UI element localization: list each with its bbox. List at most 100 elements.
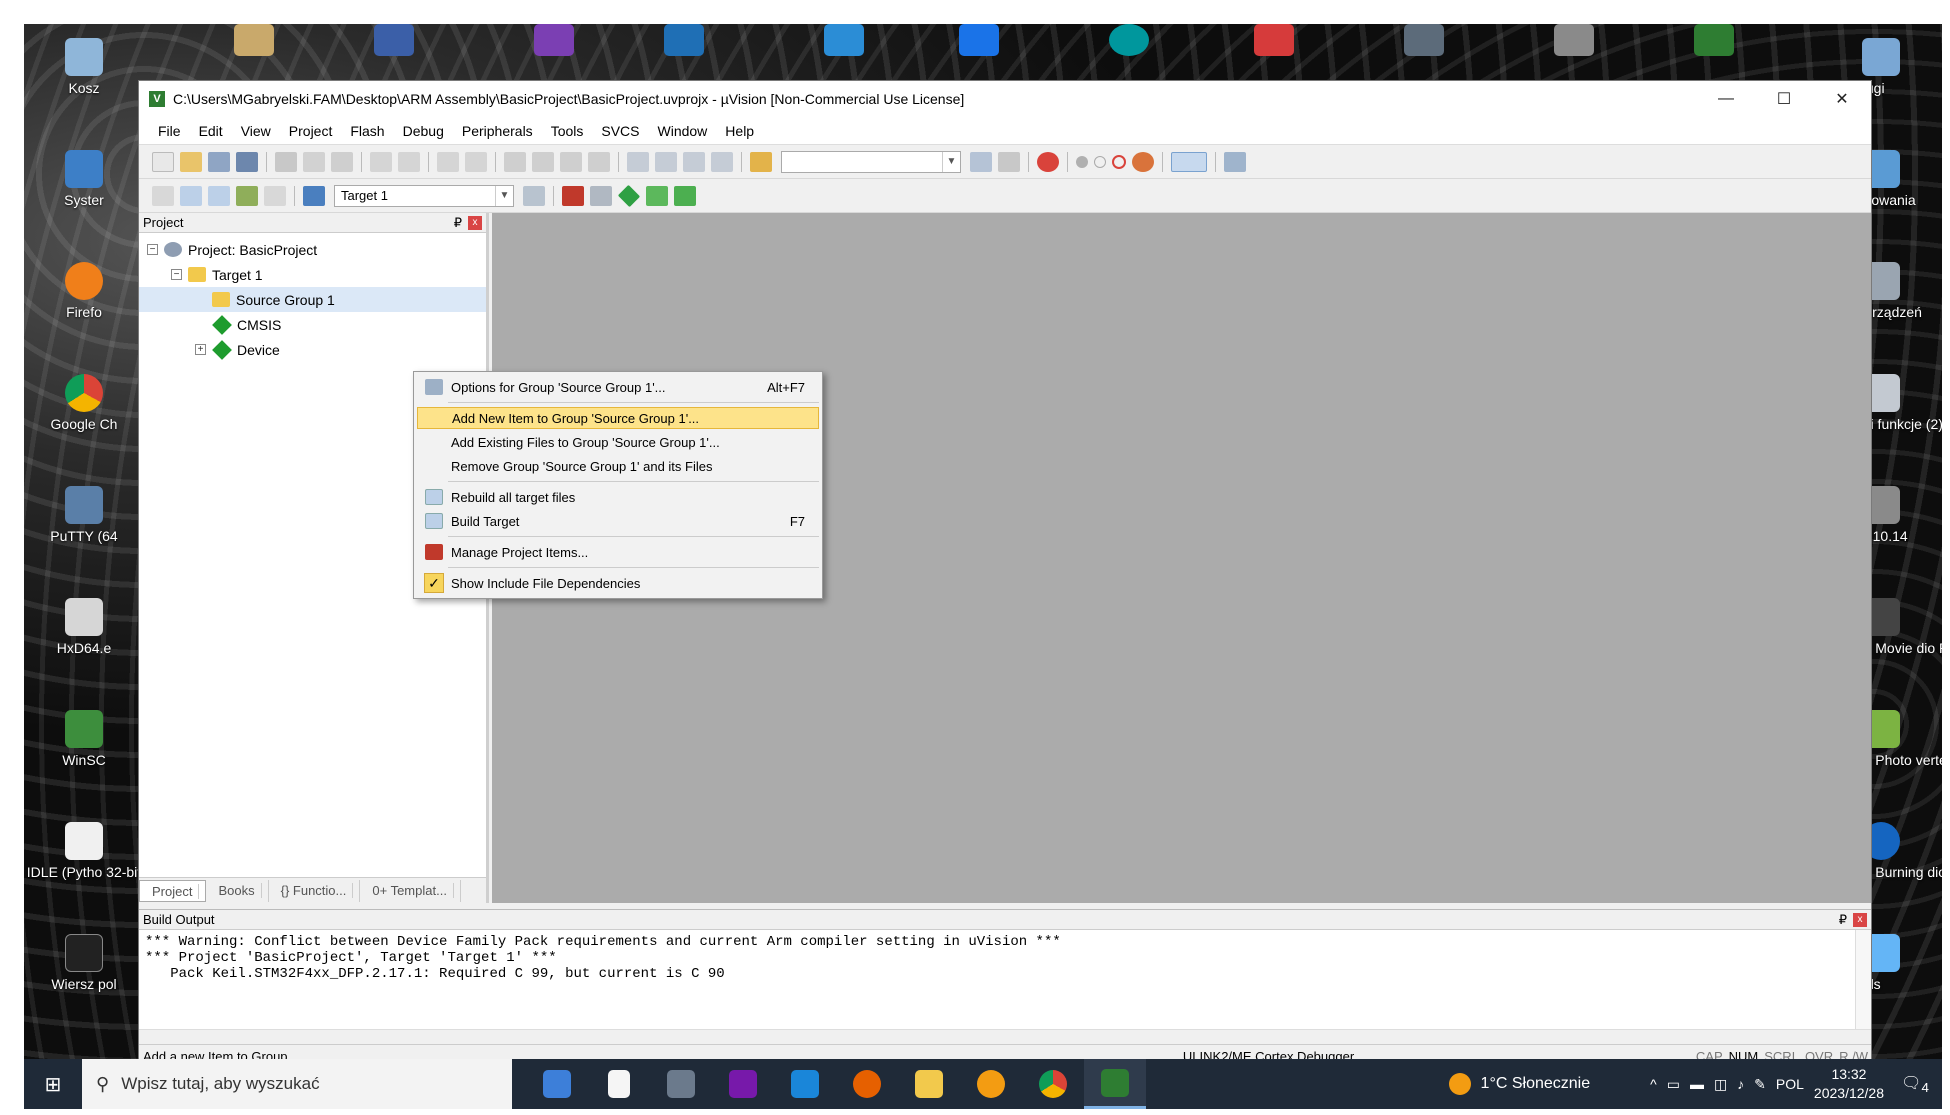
title-bar[interactable]: V C:\Users\MGabryelski.FAM\Desktop\ARM A… xyxy=(139,81,1871,117)
desktop-icon[interactable]: Wiersz pol xyxy=(24,934,144,992)
menu-flash[interactable]: Flash xyxy=(341,123,393,139)
visual-studio-icon[interactable] xyxy=(534,24,574,56)
manage-project-items-icon[interactable] xyxy=(562,185,584,206)
desktop-icon[interactable]: Syster xyxy=(24,150,144,208)
next-bookmark-icon[interactable] xyxy=(560,151,582,172)
kill-breakpoints-icon[interactable] xyxy=(1132,151,1154,172)
undo-icon[interactable] xyxy=(370,151,392,172)
open-file-icon[interactable] xyxy=(180,151,202,172)
menu-project[interactable]: Project xyxy=(280,123,342,139)
chevron-up-icon[interactable]: ^ xyxy=(1650,1076,1657,1092)
app-icon[interactable] xyxy=(1404,24,1444,56)
stm32cubemx-icon[interactable] xyxy=(664,24,704,56)
new-file-icon[interactable] xyxy=(152,151,174,172)
collapse-icon[interactable]: − xyxy=(147,244,158,255)
menu-window[interactable]: Window xyxy=(649,123,717,139)
notification-center-icon[interactable]: 🗨4 xyxy=(1898,1073,1932,1095)
incremental-find-icon[interactable] xyxy=(998,151,1020,172)
tree-node-device[interactable]: + Device xyxy=(139,337,486,362)
app-icon[interactable] xyxy=(1554,24,1594,56)
taskbar-app[interactable] xyxy=(960,1059,1022,1109)
navigate-forward-icon[interactable] xyxy=(465,151,487,172)
previous-bookmark-icon[interactable] xyxy=(532,151,554,172)
maximize-button[interactable]: ☐ xyxy=(1755,81,1813,117)
visual-studio-code-icon[interactable] xyxy=(374,24,414,56)
menu-svcs[interactable]: SVCS xyxy=(592,123,648,139)
cut-icon[interactable] xyxy=(275,151,297,172)
search-box[interactable]: ⚲ Wpisz tutaj, aby wyszukać xyxy=(82,1059,512,1109)
stm32cubeide-icon[interactable] xyxy=(959,24,999,56)
taskbar-app[interactable] xyxy=(774,1059,836,1109)
paste-icon[interactable] xyxy=(331,151,353,172)
menu-item-add-existing-files[interactable]: Add Existing Files to Group 'Source Grou… xyxy=(417,431,819,453)
window-layout-icon[interactable] xyxy=(1171,151,1207,172)
menu-help[interactable]: Help xyxy=(716,123,763,139)
menu-edit[interactable]: Edit xyxy=(190,123,232,139)
expand-icon[interactable]: + xyxy=(195,344,206,355)
menu-item-build-target[interactable]: Build Target F7 xyxy=(417,510,819,532)
menu-item-rebuild-all[interactable]: Rebuild all target files xyxy=(417,486,819,508)
minimize-button[interactable]: — xyxy=(1697,81,1755,117)
battery-icon[interactable]: ▬ xyxy=(1690,1076,1704,1092)
desktop-icon[interactable]: WinSC xyxy=(24,710,144,768)
app-icon[interactable] xyxy=(1694,24,1734,56)
clear-bookmarks-icon[interactable] xyxy=(588,151,610,172)
taskbar-app[interactable] xyxy=(588,1059,650,1109)
insert-breakpoint-icon[interactable] xyxy=(1076,155,1088,168)
redo-icon[interactable] xyxy=(398,151,420,172)
start-button[interactable]: ⊞ xyxy=(24,1059,82,1109)
stop-build-icon[interactable] xyxy=(264,185,286,206)
rebuild-icon[interactable] xyxy=(208,185,230,206)
comment-icon[interactable] xyxy=(683,151,705,172)
indent-icon[interactable] xyxy=(627,151,649,172)
debug-session-icon[interactable] xyxy=(1037,151,1059,172)
menu-item-manage-project-items[interactable]: Manage Project Items... xyxy=(417,541,819,563)
bookmark-icon[interactable] xyxy=(504,151,526,172)
weather-widget[interactable]: 1°C Słonecznie xyxy=(1448,1073,1590,1095)
save-all-icon[interactable] xyxy=(236,151,258,172)
options-for-target-icon[interactable] xyxy=(523,185,545,206)
close-icon[interactable]: x xyxy=(1853,912,1867,927)
desktop-icon[interactable]: Firefo xyxy=(24,262,144,320)
menu-file[interactable]: File xyxy=(149,123,190,139)
language-indicator[interactable]: POL xyxy=(1776,1076,1804,1092)
find-icon[interactable] xyxy=(970,151,992,172)
tree-node-source-group[interactable]: Source Group 1 xyxy=(139,287,486,312)
horizontal-scrollbar[interactable] xyxy=(139,1029,1871,1045)
menu-item-remove-group[interactable]: Remove Group 'Source Group 1' and its Fi… xyxy=(417,455,819,477)
network-icon[interactable]: ▭ xyxy=(1667,1076,1680,1093)
software-packs-icon[interactable] xyxy=(674,185,696,206)
tab-books[interactable]: Books xyxy=(206,879,269,902)
configure-icon[interactable] xyxy=(1224,151,1246,172)
arduino-icon[interactable] xyxy=(1109,24,1149,56)
menu-item-options-for-group[interactable]: Options for Group 'Source Group 1'... Al… xyxy=(417,376,819,398)
app-icon[interactable] xyxy=(1254,24,1294,56)
taskbar-app[interactable] xyxy=(836,1059,898,1109)
desktop-icon[interactable]: Kosz xyxy=(24,38,144,96)
download-icon[interactable] xyxy=(303,185,325,206)
display-icon[interactable]: ◫ xyxy=(1714,1076,1727,1093)
select-packs-icon[interactable] xyxy=(590,185,612,206)
menu-debug[interactable]: Debug xyxy=(394,123,453,139)
menu-peripherals[interactable]: Peripherals xyxy=(453,123,542,139)
menu-item-add-new-item[interactable]: Add New Item to Group 'Source Group 1'..… xyxy=(417,407,819,429)
taskbar-app-uvision[interactable] xyxy=(1084,1059,1146,1109)
menu-item-show-include-deps[interactable]: ✓ Show Include File Dependencies xyxy=(417,572,819,594)
navigate-back-icon[interactable] xyxy=(437,151,459,172)
vertical-scrollbar[interactable] xyxy=(1855,930,1871,1030)
build-output-text[interactable]: *** Warning: Conflict between Device Fam… xyxy=(139,930,1871,986)
taskbar-app[interactable] xyxy=(1022,1059,1084,1109)
tree-node-cmsis[interactable]: CMSIS xyxy=(139,312,486,337)
enable-breakpoint-icon[interactable] xyxy=(1094,155,1106,168)
volume-icon[interactable]: ♪ xyxy=(1737,1076,1744,1092)
manage-rte-icon[interactable] xyxy=(617,184,641,207)
collapse-icon[interactable]: − xyxy=(171,269,182,280)
desktop-icon[interactable]: Google Ch xyxy=(24,374,144,432)
menu-view[interactable]: View xyxy=(232,123,280,139)
pack-installer-icon[interactable] xyxy=(646,185,668,206)
folder-icon[interactable] xyxy=(234,24,274,56)
taskbar-app[interactable] xyxy=(712,1059,774,1109)
save-icon[interactable] xyxy=(208,151,230,172)
translate-icon[interactable] xyxy=(152,185,174,206)
taskbar-app[interactable] xyxy=(650,1059,712,1109)
